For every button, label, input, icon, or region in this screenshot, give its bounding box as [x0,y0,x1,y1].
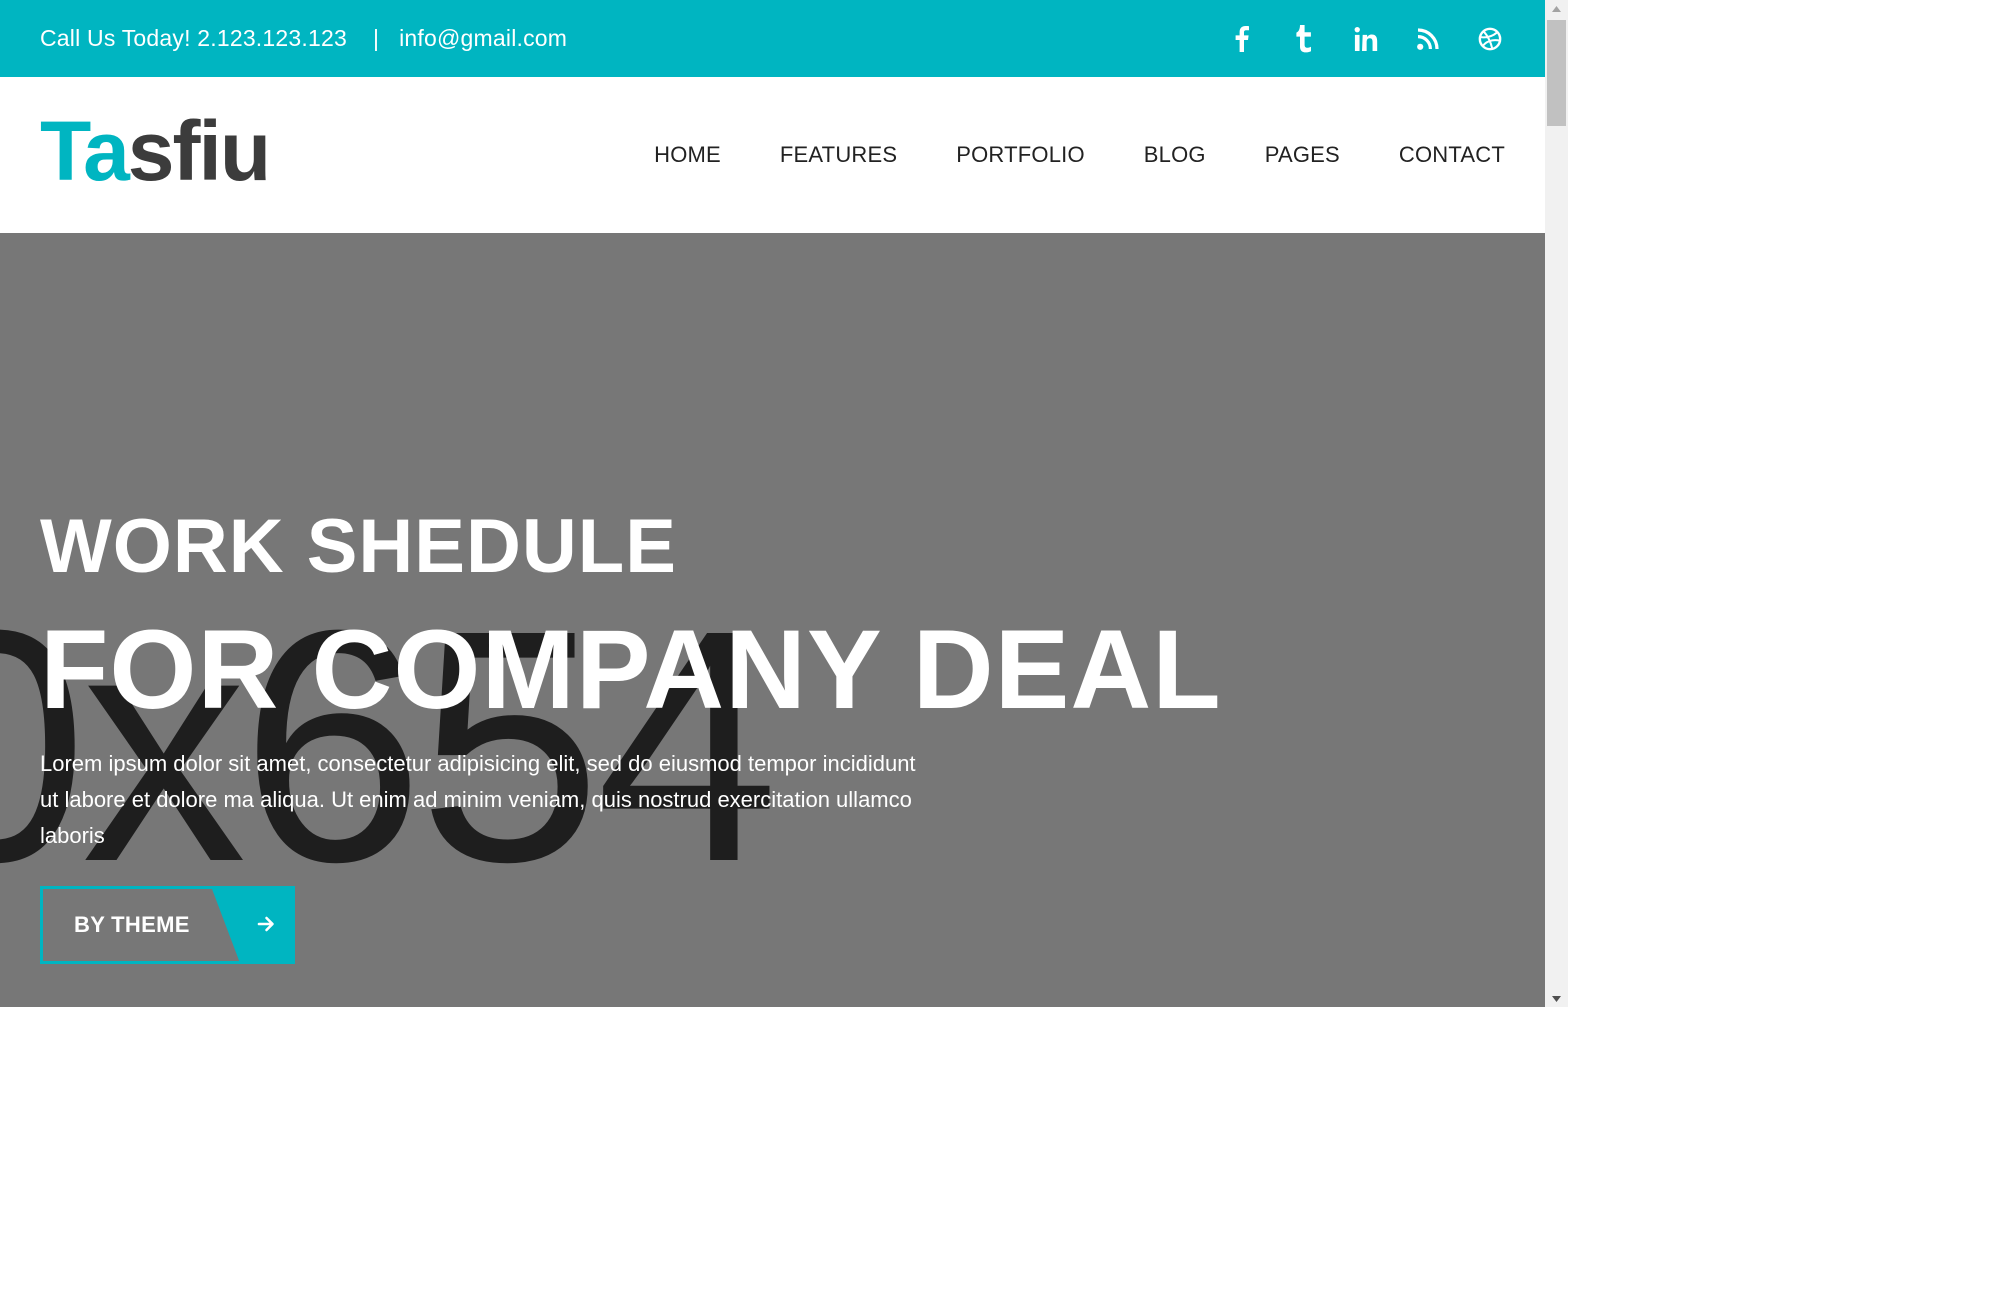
scrollbar-thumb[interactable] [1547,20,1566,126]
by-theme-button-label: BY THEME [74,912,190,937]
logo-part-dark: sfiu [127,104,271,198]
nav-pages[interactable]: PAGES [1265,142,1340,168]
facebook-icon[interactable] [1230,24,1254,54]
nav-contact[interactable]: CONTACT [1399,142,1505,168]
scroll-up-arrow-icon[interactable] [1545,0,1568,17]
nav-home[interactable]: HOME [654,142,721,168]
social-links [1230,24,1502,54]
linkedin-icon[interactable] [1354,24,1378,54]
top-bar: Call Us Today! 2.123.123.123 | info@gmai… [0,0,1545,77]
button-accent-shape [212,889,292,961]
phone-text: Call Us Today! 2.123.123.123 [40,25,347,51]
page: Call Us Today! 2.123.123.123 | info@gmai… [0,0,1568,1007]
scroll-down-arrow-icon[interactable] [1545,990,1568,1007]
dribbble-icon[interactable] [1478,24,1502,54]
arrow-right-icon [257,915,275,933]
main-nav: HOME FEATURES PORTFOLIO BLOG PAGES CONTA… [654,142,1505,168]
nav-features[interactable]: FEATURES [780,142,897,168]
site-logo[interactable]: Tasfiu [40,109,271,193]
email-link[interactable]: info@gmail.com [399,25,567,52]
rss-icon[interactable] [1416,24,1440,54]
hero-title: FOR COMPANY DEAL [40,607,1222,732]
site-header: Tasfiu HOME FEATURES PORTFOLIO BLOG PAGE… [0,77,1545,233]
nav-blog[interactable]: BLOG [1144,142,1206,168]
by-theme-button[interactable]: BY THEME [40,886,295,964]
contact-separator: | [372,25,380,51]
hero-banner: 0x654 WORK SHEDULE FOR COMPANY DEAL Lore… [0,233,1545,1007]
logo-part-accent: Ta [40,104,130,198]
hero-subtitle: WORK SHEDULE [40,504,677,589]
contact-info: Call Us Today! 2.123.123.123 | info@gmai… [40,25,567,52]
nav-portfolio[interactable]: PORTFOLIO [956,142,1085,168]
hero-description: Lorem ipsum dolor sit amet, consectetur … [40,751,916,848]
tumblr-icon[interactable] [1292,24,1316,54]
page-scrollbar[interactable] [1545,0,1568,1007]
